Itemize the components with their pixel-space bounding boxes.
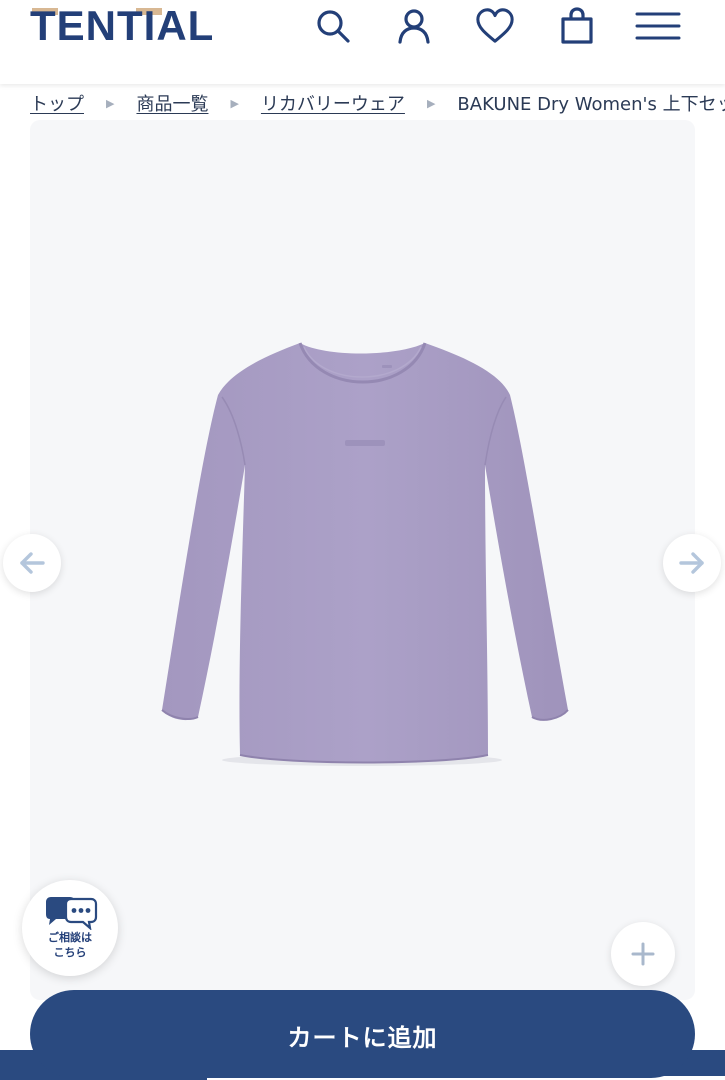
breadcrumb-recovery-wear[interactable]: リカバリーウェア <box>261 90 405 116</box>
breadcrumb-separator-icon: ▶ <box>230 96 239 110</box>
consult-label: ご相談は こちら <box>35 930 105 960</box>
breadcrumb-separator-icon: ▶ <box>426 96 436 110</box>
logo-text: TENTIAL <box>30 2 215 49</box>
arrow-right-icon <box>679 552 704 574</box>
site-header: TENTIAL <box>0 0 725 84</box>
menu-icon[interactable] <box>635 6 681 46</box>
zoom-button[interactable] <box>611 922 675 986</box>
search-icon[interactable] <box>313 6 353 46</box>
consult-label-line2: こちら <box>53 946 87 959</box>
cart-icon[interactable] <box>557 6 597 46</box>
add-to-cart-button[interactable]: カートに追加 <box>30 990 695 1078</box>
add-to-cart-label: カートに追加 <box>287 1024 438 1052</box>
breadcrumb-separator-icon: ▶ <box>106 96 115 110</box>
consult-button[interactable]: ご相談は こちら <box>22 880 118 976</box>
breadcrumb: トップ ▶ 商品一覧 ▶ リカバリーウェア ▶ BAKUNE Dry Women… <box>30 90 725 116</box>
next-image-button[interactable] <box>663 534 721 592</box>
plus-icon <box>631 942 655 966</box>
tential-logo[interactable]: TENTIAL <box>30 4 214 48</box>
breadcrumb-current: BAKUNE Dry Women's 上下セット <box>457 94 725 115</box>
arrow-left-icon <box>20 552 45 574</box>
breadcrumb-products[interactable]: 商品一覧 <box>136 90 208 116</box>
account-icon[interactable] <box>394 6 434 46</box>
consult-label-line1: ご相談は <box>48 931 92 944</box>
breadcrumb-top[interactable]: トップ <box>30 90 84 116</box>
prev-image-button[interactable] <box>3 534 61 592</box>
chat-bubble-icon <box>46 897 98 930</box>
product-image <box>150 335 575 774</box>
favorite-icon[interactable] <box>475 6 515 46</box>
product-gallery[interactable] <box>30 120 695 1000</box>
